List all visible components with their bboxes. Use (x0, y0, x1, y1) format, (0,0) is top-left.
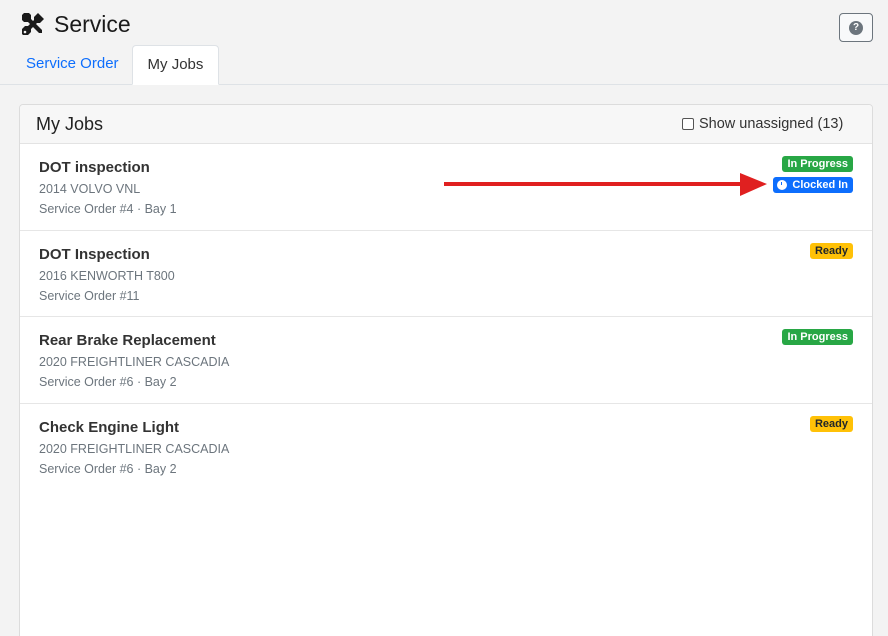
status-badge: Ready (809, 415, 853, 432)
app-header: Service ? Service Order My Jobs (0, 0, 888, 85)
tools-icon (20, 11, 46, 37)
panel-title: My Jobs (36, 114, 104, 134)
job-service-order: Service Order #11 (39, 288, 140, 303)
job-title: DOT Inspection (39, 245, 150, 263)
clocked-in-label: Clocked In (792, 179, 848, 191)
job-title: Check Engine Light (39, 418, 180, 436)
job-item[interactable]: DOT Inspection 2016 KENWORTH T800 Servic… (20, 231, 872, 317)
brand: Service (20, 10, 131, 38)
show-unassigned-checkbox[interactable] (682, 118, 694, 130)
tab-service-order[interactable]: Service Order (13, 45, 132, 85)
job-vehicle: 2014 VOLVO VNL (39, 182, 141, 196)
job-vehicle: 2016 KENWORTH T800 (39, 268, 175, 283)
status-badge: Ready (809, 242, 853, 259)
show-unassigned-toggle[interactable]: Show unassigned (13) (682, 116, 843, 132)
clock-icon (777, 180, 788, 190)
job-item[interactable]: Check Engine Light 2020 FREIGHTLINER CAS… (20, 404, 872, 491)
job-vehicle: 2020 FREIGHTLINER CASCADIA (39, 355, 230, 369)
panel-header: My Jobs Show unassigned (13) (20, 105, 872, 144)
status-badge: In Progress (782, 329, 853, 345)
help-icon: ? (849, 20, 863, 35)
job-title: Rear Brake Replacement (39, 332, 216, 349)
job-service-order: Service Order #6 · Bay 2 (39, 375, 177, 389)
job-vehicle: 2020 FREIGHTLINER CASCADIA (39, 441, 230, 456)
job-title: DOT inspection (39, 159, 150, 176)
job-service-order: Service Order #4 · Bay 1 (39, 202, 177, 216)
tab-bar: Service Order My Jobs (13, 45, 220, 85)
clocked-in-badge: Clocked In (773, 177, 853, 193)
show-unassigned-label: Show unassigned (13) (699, 116, 844, 132)
help-button[interactable]: ? (839, 13, 873, 42)
tab-my-jobs[interactable]: My Jobs (131, 45, 220, 85)
job-service-order: Service Order #6 · Bay 2 (39, 461, 177, 476)
status-badge: In Progress (782, 156, 853, 172)
app-title: Service (54, 11, 131, 37)
job-item[interactable]: Rear Brake Replacement 2020 FREIGHTLINER… (20, 317, 872, 404)
arrow-right-icon (444, 173, 767, 196)
